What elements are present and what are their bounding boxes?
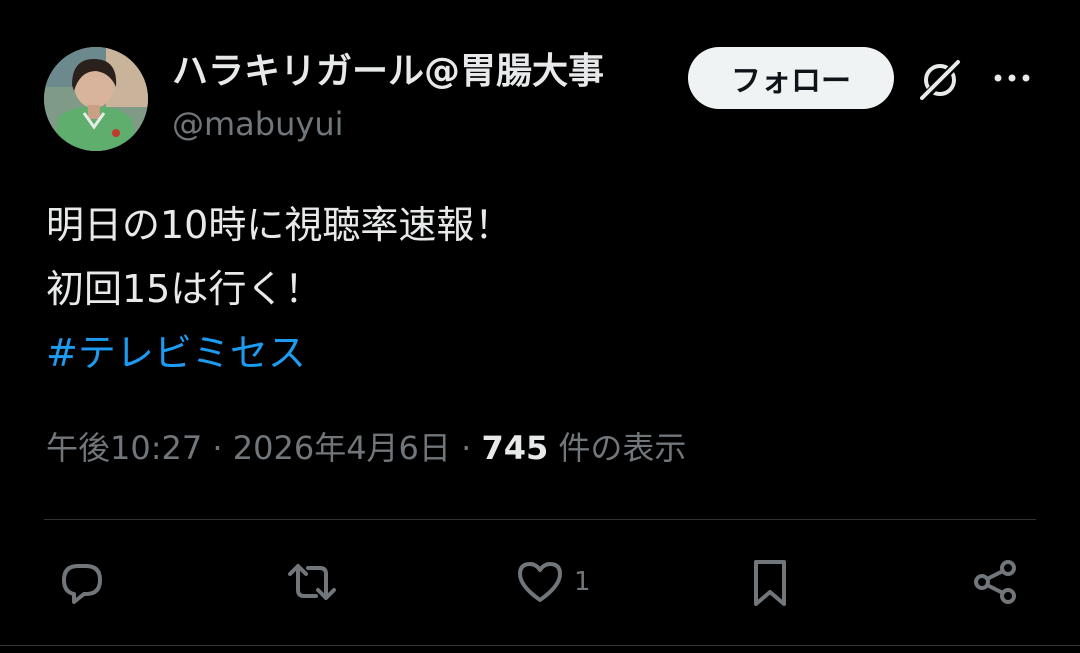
author-handle[interactable]: @mabuyui (172, 104, 343, 144)
like-icon (518, 562, 562, 602)
retweet-icon (288, 564, 336, 600)
tweet-line: 明日の10時に視聴率速報！ (46, 203, 513, 247)
bookmark-button[interactable] (744, 556, 796, 608)
tweet-meta: 午後10:27 · 2026年4月6日 · 745 件の表示 (46, 426, 686, 470)
more-dots-icon[interactable] (992, 62, 1032, 94)
meta-separator: · (461, 429, 472, 467)
hashtag-link[interactable]: #テレビミセス (46, 321, 512, 385)
bottom-divider (0, 645, 1080, 646)
reply-button[interactable] (56, 556, 108, 608)
tweet-line: 初回15は行く！ (46, 267, 323, 311)
tweet-time[interactable]: 午後10:27 (46, 429, 202, 467)
tweet-date[interactable]: 2026年4月6日 (233, 429, 451, 467)
meta-separator: · (212, 429, 223, 467)
like-count: 1 (574, 567, 591, 597)
like-button[interactable]: 1 (514, 556, 591, 608)
avatar-image (44, 47, 148, 151)
share-icon (974, 560, 1016, 604)
views-suffix: 件の表示 (558, 429, 687, 467)
bookmark-icon (754, 560, 786, 606)
reply-icon (62, 564, 102, 604)
share-button[interactable] (970, 556, 1022, 608)
tweet-text: 明日の10時に視聴率速報！ 初回15は行く！ #テレビミセス (46, 193, 512, 385)
views-count[interactable]: 745 (481, 429, 548, 467)
divider (44, 519, 1036, 520)
avatar[interactable] (44, 47, 148, 151)
author-display-name[interactable]: ハラキリガール@胃腸大事 (172, 50, 604, 94)
follow-button[interactable]: フォロー (688, 47, 894, 109)
grok-icon[interactable] (916, 56, 964, 104)
retweet-button[interactable] (286, 556, 338, 608)
